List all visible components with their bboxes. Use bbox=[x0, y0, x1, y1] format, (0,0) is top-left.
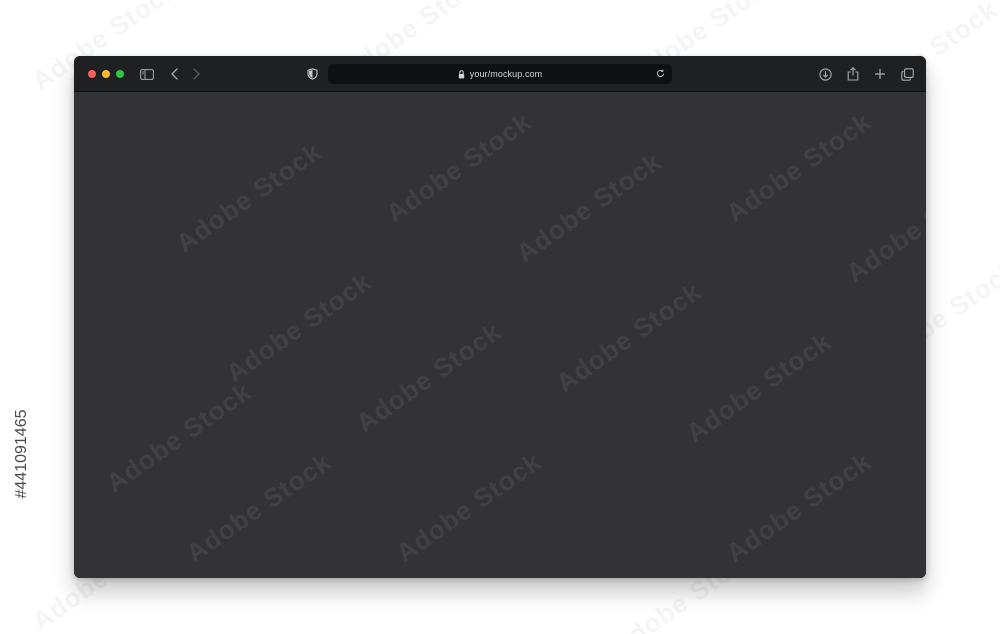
page-content-area[interactable]: Adobe Stock Adobe Stock Adobe Stock Adob… bbox=[74, 92, 926, 578]
lock-icon bbox=[458, 69, 465, 79]
reload-icon bbox=[656, 65, 665, 83]
watermark-text: Adobe Stock bbox=[680, 326, 837, 449]
zoom-window-button[interactable] bbox=[116, 70, 124, 78]
watermark-text: Adobe Stock bbox=[180, 446, 337, 569]
address-bar[interactable]: your/mockup.com bbox=[328, 64, 672, 84]
watermark-text: Adobe Stock bbox=[510, 146, 667, 269]
watermark-text: Adobe Stock bbox=[350, 316, 507, 439]
tab-overview-button[interactable] bbox=[898, 65, 916, 83]
watermark-text: Adobe Stock bbox=[170, 136, 327, 259]
shield-icon bbox=[306, 68, 318, 80]
watermark-text: Adobe Stock bbox=[720, 446, 877, 569]
download-icon bbox=[818, 67, 832, 81]
stage: Adobe Stock Adobe Stock Adobe Stock Adob… bbox=[0, 0, 1000, 634]
close-window-button[interactable] bbox=[88, 70, 96, 78]
url-text: your/mockup.com bbox=[469, 69, 543, 79]
address-content: your/mockup.com bbox=[328, 64, 672, 84]
sidebar-icon bbox=[140, 68, 154, 80]
browser-toolbar: your/mockup.com bbox=[74, 56, 926, 92]
forward-icon bbox=[191, 68, 201, 80]
new-tab-button[interactable] bbox=[871, 65, 889, 83]
plus-icon bbox=[874, 68, 886, 80]
stock-id-label: #441091465 bbox=[11, 398, 33, 510]
watermark-text: Adobe Stock bbox=[100, 376, 257, 499]
tabs-icon bbox=[900, 67, 914, 81]
watermark-text: Adobe Stock bbox=[390, 446, 547, 569]
browser-window: your/mockup.com Adobe Stock Adobe Stock … bbox=[74, 56, 926, 578]
forward-button[interactable] bbox=[187, 65, 205, 83]
sidebar-toggle-button[interactable] bbox=[138, 65, 156, 83]
watermark-text: Adobe Stock bbox=[220, 266, 377, 389]
privacy-report-button[interactable] bbox=[303, 65, 321, 83]
watermark-text: Adobe Stock bbox=[840, 166, 926, 289]
reload-button[interactable] bbox=[654, 68, 666, 80]
watermark-text: Adobe Stock bbox=[720, 106, 877, 229]
stock-id-text: #441091465 bbox=[13, 409, 30, 499]
back-icon bbox=[170, 68, 180, 80]
share-button[interactable] bbox=[844, 65, 862, 83]
watermark-text: Adobe Stock bbox=[380, 106, 537, 229]
minimize-window-button[interactable] bbox=[102, 70, 110, 78]
back-button[interactable] bbox=[166, 65, 184, 83]
downloads-button[interactable] bbox=[816, 65, 834, 83]
watermark-text: Adobe Stock bbox=[550, 276, 707, 399]
share-icon bbox=[847, 67, 859, 81]
